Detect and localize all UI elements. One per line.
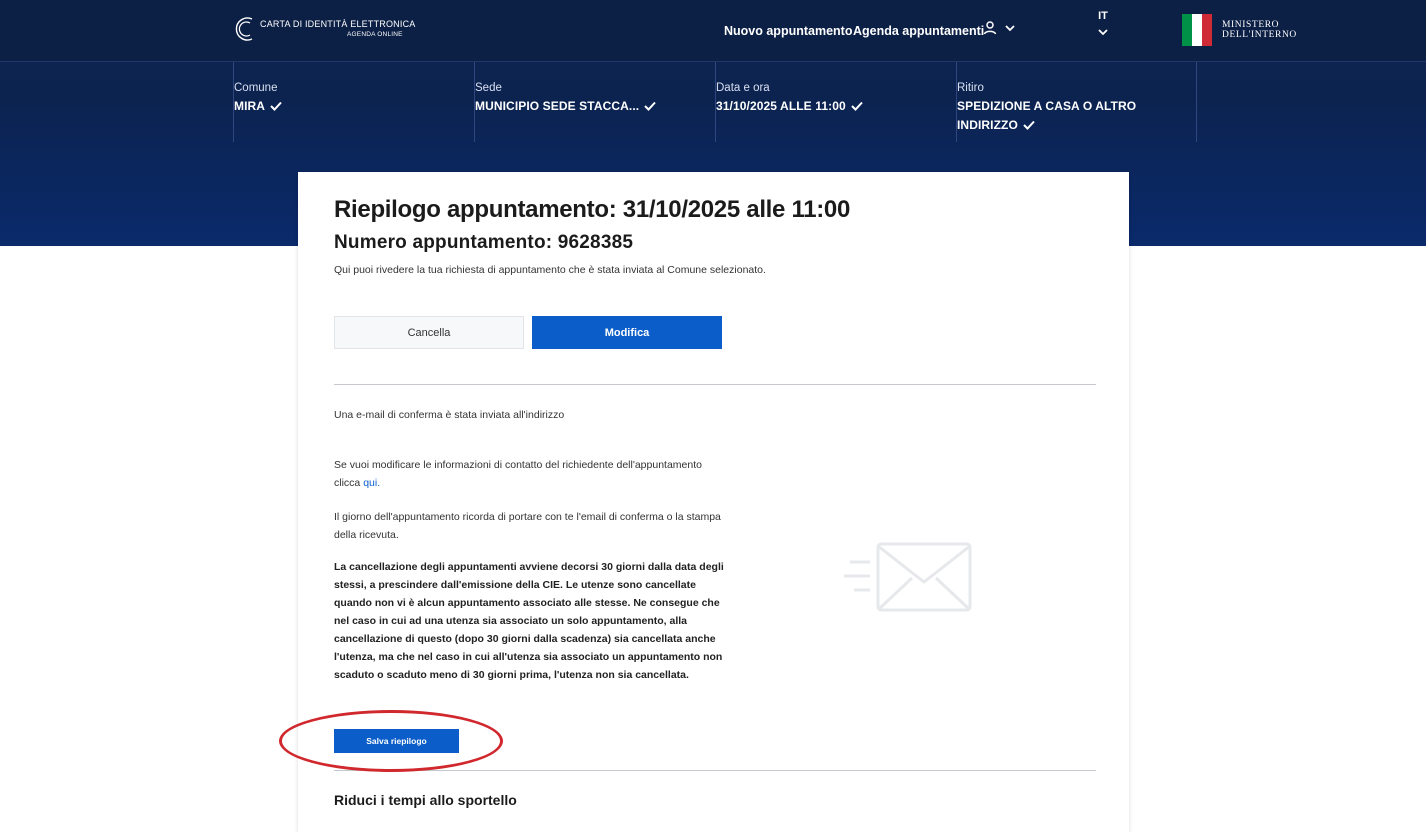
ministry-name: MINISTERO DELL'INTERNO [1222, 20, 1297, 40]
intro-text: Qui puoi rivedere la tua richiesta di ap… [334, 264, 766, 276]
deletion-policy-text: La cancellazione degli appuntamenti avvi… [334, 561, 724, 681]
user-menu[interactable] [982, 20, 1016, 41]
nav-new-appointment[interactable]: Nuovo appuntamento [724, 24, 852, 38]
checkmark-icon [644, 101, 656, 111]
checkmark-icon [851, 101, 863, 111]
step-label: Comune [234, 82, 278, 94]
red-highlight-circle [279, 710, 503, 772]
step-ritiro[interactable]: Ritiro SPEDIZIONE A CASA O ALTRO INDIRIZZ… [956, 62, 1197, 142]
user-icon [983, 21, 997, 35]
step-comune[interactable]: Comune MIRA [233, 62, 474, 142]
cancel-button[interactable]: Cancella [334, 316, 524, 349]
contact-edit-link[interactable]: qui. [363, 477, 380, 489]
step-data-ora[interactable]: Data e ora 31/10/2025 ALLE 11:00 [715, 62, 956, 142]
step-value: MUNICIPIO SEDE STACCA... [475, 97, 715, 116]
step-value: 31/10/2025 ALLE 11:00 [716, 97, 956, 116]
divider [334, 770, 1096, 771]
chevron-down-icon [1098, 29, 1108, 36]
step-sede[interactable]: Sede MUNICIPIO SEDE STACCA... [474, 62, 715, 142]
page-title: Riepilogo appuntamento: 31/10/2025 alle … [334, 196, 851, 223]
language-selector[interactable]: IT [1094, 10, 1112, 41]
contact-info-text: Se vuoi modificare le informazioni di co… [334, 459, 702, 489]
top-navigation-bar: CARTA DI IDENTITÀ ELETTRONICA AGENDA ONL… [0, 0, 1426, 62]
booking-steps: Comune MIRA Sede MUNICIPIO SEDE STACCA..… [233, 62, 1197, 142]
chevron-down-icon [1005, 25, 1016, 32]
section-title-riduci: Riduci i tempi allo sportello [334, 792, 517, 808]
step-label: Data e ora [716, 82, 770, 94]
envelope-icon [844, 542, 972, 612]
cie-logo[interactable]: CARTA DI IDENTITÀ ELETTRONICA AGENDA ONL… [232, 14, 432, 46]
appointment-number: Numero appuntamento: 9628385 [334, 232, 634, 253]
step-value: SPEDIZIONE A CASA O ALTRO INDIRIZZO [957, 99, 1137, 132]
language-code: IT [1098, 10, 1108, 22]
checkmark-icon [270, 101, 282, 111]
checkmark-icon [1023, 120, 1035, 130]
nav-appointments-agenda[interactable]: Agenda appuntamenti [853, 24, 984, 38]
step-value: MIRA [234, 97, 474, 116]
logo-subtitle: AGENDA ONLINE [347, 31, 403, 38]
cie-logo-icon [235, 17, 253, 41]
logo-title: CARTA DI IDENTITÀ ELETTRONICA [260, 19, 416, 29]
reminder-text: Il giorno dell'appuntamento ricorda di p… [334, 511, 721, 541]
email-sent-text: Una e-mail di conferma è stata inviata a… [334, 409, 565, 421]
step-label: Ritiro [957, 82, 984, 94]
italian-flag-icon [1182, 14, 1212, 46]
edit-button[interactable]: Modifica [532, 316, 722, 349]
step-label: Sede [475, 82, 502, 94]
divider [334, 384, 1096, 385]
